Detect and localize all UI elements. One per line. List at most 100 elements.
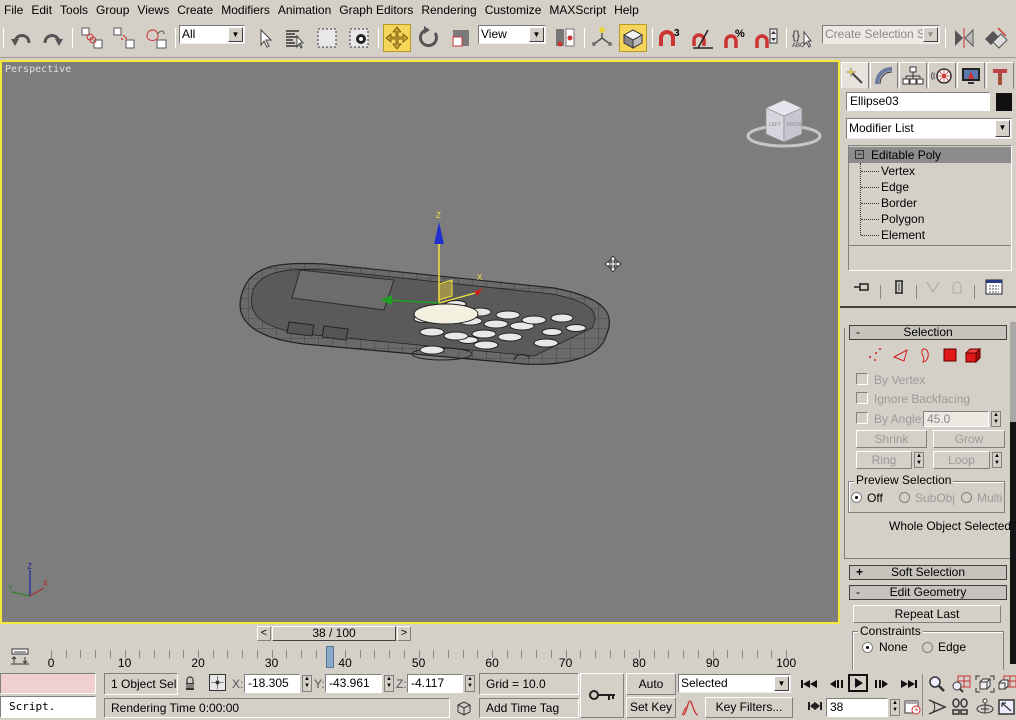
viewcube[interactable]: LEFT FRONT xyxy=(746,96,822,152)
pan-view-button[interactable] xyxy=(950,697,972,717)
display-tab[interactable] xyxy=(957,62,985,89)
hierarchy-tab[interactable] xyxy=(899,62,927,89)
menu-views[interactable]: Views xyxy=(133,0,173,20)
time-slider-prev-button[interactable]: < xyxy=(257,626,271,641)
loop-button[interactable]: Loop xyxy=(933,451,990,469)
time-slider-next-button[interactable]: > xyxy=(397,626,411,641)
grow-button[interactable]: Grow xyxy=(933,430,1005,448)
go-to-start-button[interactable] xyxy=(798,674,820,694)
select-and-move-button[interactable] xyxy=(383,24,411,52)
toolbar-grip[interactable] xyxy=(3,28,4,48)
zoom-extents-all-button[interactable] xyxy=(996,674,1016,694)
select-and-manipulate-button[interactable] xyxy=(588,24,616,52)
mirror-button[interactable] xyxy=(950,24,978,52)
time-configuration-button[interactable] xyxy=(902,697,924,717)
x-coordinate-field[interactable]: -18.305 xyxy=(244,674,300,693)
element-mode-icon[interactable] xyxy=(964,347,982,363)
y-coordinate-field[interactable]: -43.961 xyxy=(325,674,382,693)
open-mini-curve-editor-button[interactable] xyxy=(10,648,30,666)
object-color-swatch[interactable] xyxy=(996,93,1012,111)
constraint-edge-radio[interactable] xyxy=(922,642,933,653)
ring-spinner[interactable]: ▲ ▼ xyxy=(914,452,924,468)
unlink-selection-button[interactable] xyxy=(110,24,138,52)
angle-snap-button[interactable] xyxy=(689,24,717,52)
make-unique-button[interactable] xyxy=(924,278,942,296)
key-mode-dropdown[interactable]: Selected ▼ xyxy=(678,674,791,693)
select-by-name-button[interactable] xyxy=(281,24,309,52)
stack-subitem-edge[interactable]: Edge xyxy=(849,179,1011,195)
maximize-viewport-toggle[interactable] xyxy=(996,697,1016,717)
move-gizmo[interactable]: Z X xyxy=(374,208,484,328)
zoom-extents-button[interactable] xyxy=(974,674,996,694)
zoom-all-button[interactable] xyxy=(950,674,972,694)
remove-modifier-button[interactable] xyxy=(948,278,966,296)
time-tag-icon[interactable] xyxy=(455,700,473,716)
menu-animation[interactable]: Animation xyxy=(274,0,335,20)
perspective-viewport[interactable]: Perspective LEFT FRONT Z X Z X Y xyxy=(0,60,840,624)
shrink-button[interactable]: Shrink xyxy=(856,430,927,448)
absolute-relative-toggle[interactable] xyxy=(209,674,226,691)
rectangular-selection-region-button[interactable] xyxy=(313,24,341,52)
stack-subitem-vertex[interactable]: Vertex xyxy=(849,163,1011,179)
menu-graph-editors[interactable]: Graph Editors xyxy=(335,0,417,20)
stack-subitem-polygon[interactable]: Polygon xyxy=(849,211,1011,227)
menu-customize[interactable]: Customize xyxy=(481,0,546,20)
key-mode-toggle[interactable] xyxy=(804,696,826,716)
named-selection-sets-dropdown[interactable]: Create Selection Set ▼ xyxy=(822,25,940,44)
configure-modifier-sets-button[interactable] xyxy=(984,278,1004,296)
selection-filter-dropdown[interactable]: All ▼ xyxy=(179,25,245,44)
track-bar[interactable]: 0 10 20 30 40 50 60 70 80 90 100 xyxy=(0,644,840,670)
menu-create[interactable]: Create xyxy=(173,0,217,20)
redo-button[interactable] xyxy=(38,24,66,52)
constraint-none-radio[interactable] xyxy=(862,642,873,653)
edit-named-selection-button[interactable]: {} ABC xyxy=(790,24,818,52)
preview-subobj-radio[interactable] xyxy=(899,492,910,503)
snaps-toggle-button[interactable]: 3 xyxy=(656,24,684,52)
z-coordinate-spinner[interactable]: ▲ ▼ xyxy=(465,675,475,692)
viewport-label[interactable]: Perspective xyxy=(5,64,71,75)
go-to-end-button[interactable] xyxy=(898,674,920,694)
current-frame-spinner[interactable]: ▲ ▼ xyxy=(890,699,900,716)
window-crossing-button[interactable] xyxy=(345,24,373,52)
edge-mode-icon[interactable] xyxy=(892,347,910,363)
stack-item-editable-poly[interactable]: − Editable Poly xyxy=(849,147,1011,163)
percent-snap-button[interactable]: % xyxy=(721,24,749,52)
by-angle-checkbox[interactable] xyxy=(856,412,868,424)
menu-maxscript[interactable]: MAXScript xyxy=(545,0,610,20)
spinner-snap-button[interactable] xyxy=(753,24,781,52)
use-pivot-center-button[interactable] xyxy=(551,24,579,52)
play-button[interactable] xyxy=(848,674,868,692)
panel-scrollbar-thumb[interactable] xyxy=(1010,322,1016,422)
previous-frame-button[interactable] xyxy=(826,674,848,694)
ring-button[interactable]: Ring xyxy=(856,451,912,469)
next-frame-button[interactable] xyxy=(870,674,892,694)
preview-off-radio[interactable] xyxy=(851,492,862,503)
loop-spinner[interactable]: ▲ ▼ xyxy=(992,452,1002,468)
reference-coordinate-dropdown[interactable]: View ▼ xyxy=(478,25,546,44)
object-name-field[interactable]: Ellipse03 xyxy=(846,92,990,111)
x-coordinate-spinner[interactable]: ▲ ▼ xyxy=(302,675,312,692)
menu-rendering[interactable]: Rendering xyxy=(417,0,480,20)
menu-edit[interactable]: Edit xyxy=(27,0,56,20)
z-coordinate-field[interactable]: -4.117 xyxy=(407,674,463,693)
auto-key-button[interactable]: Auto Key xyxy=(626,673,676,711)
menu-file[interactable]: File xyxy=(0,0,27,20)
time-slider-thumb[interactable]: 38 / 100 xyxy=(272,626,396,641)
selection-lock-toggle[interactable] xyxy=(183,676,197,692)
preview-multi-radio[interactable] xyxy=(961,492,972,503)
create-tab[interactable] xyxy=(841,62,869,89)
by-vertex-checkbox[interactable] xyxy=(856,373,868,385)
maxscript-input-field[interactable]: Script. xyxy=(0,696,96,718)
menu-group[interactable]: Group xyxy=(92,0,133,20)
selection-rollout-header[interactable]: - Selection xyxy=(849,325,1007,340)
modify-tab[interactable] xyxy=(870,62,898,89)
select-and-scale-button[interactable] xyxy=(447,24,475,52)
key-filters-button[interactable]: Key Filters... xyxy=(705,697,793,718)
edit-geometry-rollout-header[interactable]: - Edit Geometry xyxy=(849,585,1007,600)
pin-stack-button[interactable] xyxy=(852,278,872,296)
current-frame-field[interactable]: 38 xyxy=(826,698,888,717)
motion-tab[interactable] xyxy=(928,62,956,89)
zoom-button[interactable] xyxy=(926,674,948,694)
keyboard-shortcut-override-button[interactable] xyxy=(619,24,647,52)
arc-rotate-button[interactable] xyxy=(974,697,996,717)
